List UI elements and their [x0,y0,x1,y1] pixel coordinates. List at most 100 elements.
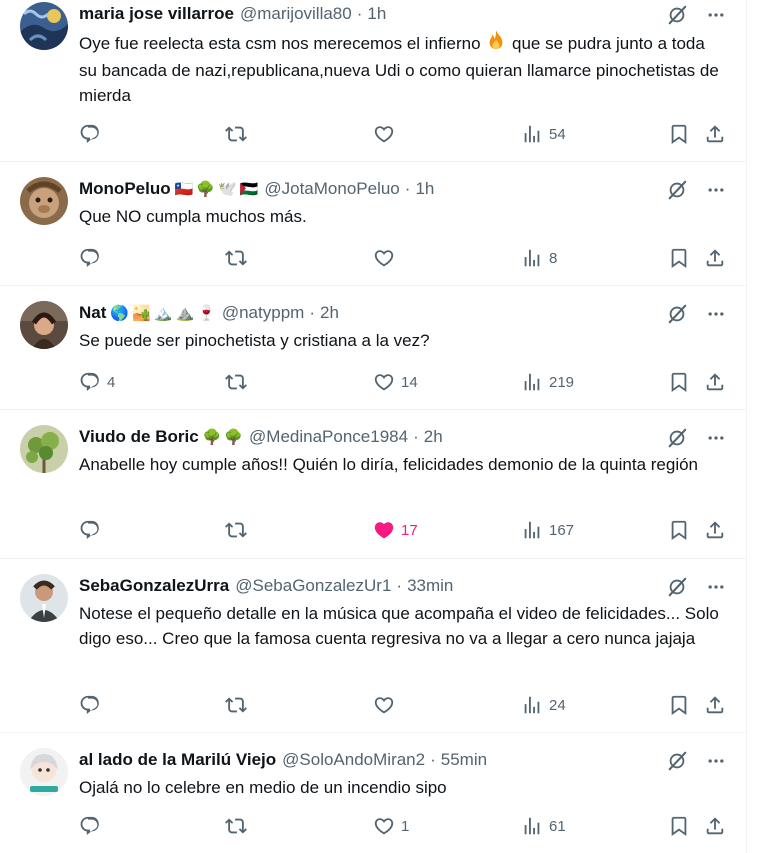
share-button[interactable] [704,518,726,542]
bookmark-button[interactable] [668,693,690,717]
like-count: 17 [401,521,418,539]
reply-button[interactable] [79,122,107,146]
grok-icon[interactable] [666,576,688,598]
tweet[interactable]: al lado de la Marilú Viejo @SoloAndoMira… [0,733,746,853]
user-handle[interactable]: @marijovilla80 [240,4,352,24]
user-handle[interactable]: @MedinaPonce1984 [249,427,408,447]
reply-button[interactable] [79,518,107,542]
display-name[interactable]: MonoPeluo [79,179,171,199]
like-icon [373,247,395,269]
separator-dot: · [309,303,315,322]
tweet[interactable]: MonoPeluo 🇨🇱 🌳 🕊️ 🇵🇸 @JotaMonoPeluo · 1h… [0,162,746,286]
grok-icon[interactable] [666,303,688,325]
tweet-header: MonoPeluo 🇨🇱 🌳 🕊️ 🇵🇸 @JotaMonoPeluo · 1h [79,177,726,201]
repost-button[interactable] [225,246,253,270]
bookmark-icon [668,519,690,541]
display-name[interactable]: SebaGonzalezUrra [79,576,229,596]
like-button[interactable] [373,246,401,270]
more-icon[interactable] [706,751,726,771]
repost-button[interactable] [225,370,253,394]
bookmark-icon [668,123,690,145]
views-button[interactable]: 54 [521,122,566,146]
share-icon [704,247,726,269]
tweet-text: Anabelle hoy cumple años!! Quién lo dirí… [79,455,699,474]
view-count: 54 [549,125,566,143]
wine-glass-emoji: 🍷 [197,304,216,322]
share-icon [704,371,726,393]
views-icon [521,519,543,541]
reply-button[interactable] [79,693,107,717]
display-name[interactable]: al lado de la Marilú Viejo [79,750,276,770]
name-flair: 🌳 🌳 [203,430,243,445]
grok-icon[interactable] [666,427,688,449]
avatar[interactable] [20,574,68,622]
reply-button[interactable] [79,246,107,270]
share-button[interactable] [704,814,726,838]
reply-button[interactable]: 4 [79,370,115,394]
like-icon [373,371,395,393]
avatar[interactable] [20,301,68,349]
timestamp[interactable]: 2h [320,303,339,323]
like-icon [373,815,395,837]
avatar[interactable] [20,2,68,50]
reply-button[interactable] [79,814,107,838]
like-count: 1 [401,817,410,835]
user-handle[interactable]: @SoloAndoMiran2 [282,750,425,770]
grok-icon[interactable] [666,750,688,772]
user-handle[interactable]: @JotaMonoPeluo [264,179,399,199]
display-name[interactable]: Nat [79,303,106,323]
share-button[interactable] [704,370,726,394]
repost-button[interactable] [225,814,253,838]
user-handle[interactable]: @natyppm [222,303,304,323]
avatar[interactable] [20,425,68,473]
bookmark-button[interactable] [668,122,690,146]
separator-dot: · [356,4,363,23]
more-icon[interactable] [706,577,726,597]
grok-icon[interactable] [666,179,688,201]
tweet[interactable]: maria jose villarroe @marijovilla80 · 1h… [0,0,746,162]
repost-button[interactable] [225,693,253,717]
display-name[interactable]: Viudo de Boric [79,427,199,447]
repost-button[interactable] [225,518,253,542]
tweet-actions: 1 61 [79,814,726,838]
views-button[interactable]: 8 [521,246,557,270]
timestamp[interactable]: 1h [367,4,386,24]
views-button[interactable]: 167 [521,518,574,542]
bookmark-button[interactable] [668,814,690,838]
timestamp[interactable]: 33min [407,576,453,596]
bookmark-button[interactable] [668,370,690,394]
tree-emoji: 🌳 [202,428,222,446]
tweet[interactable]: Nat 🌎 🏜️ 🏔️ ⛰️ 🍷 @natyppm · 2h Se puede … [0,286,746,410]
display-name[interactable]: maria jose villarroe [79,4,234,24]
grok-icon[interactable] [666,4,688,26]
tweet[interactable]: SebaGonzalezUrra @SebaGonzalezUr1 · 33mi… [0,559,746,733]
more-icon[interactable] [706,5,726,25]
more-icon[interactable] [706,304,726,324]
share-button[interactable] [704,693,726,717]
like-button[interactable] [373,693,401,717]
share-button[interactable] [704,246,726,270]
more-icon[interactable] [706,428,726,448]
timestamp[interactable]: 55min [441,750,487,770]
user-handle[interactable]: @SebaGonzalezUr1 [235,576,391,596]
bookmark-button[interactable] [668,518,690,542]
timestamp[interactable]: 2h [424,427,443,447]
repost-button[interactable] [225,122,253,146]
like-button[interactable]: 17 [373,518,418,542]
avatar[interactable] [20,748,68,796]
avatar[interactable] [20,177,68,225]
tweet-actions: 17 167 [79,518,726,542]
views-button[interactable]: 219 [521,370,574,394]
heart-filled-icon [373,519,395,541]
like-button[interactable]: 14 [373,370,418,394]
share-button[interactable] [704,122,726,146]
views-button[interactable]: 61 [521,814,566,838]
tweet[interactable]: Viudo de Boric 🌳 🌳 @MedinaPonce1984 · 2h… [0,410,746,559]
views-button[interactable]: 24 [521,693,566,717]
timestamp[interactable]: 1h [415,179,434,199]
more-icon[interactable] [706,180,726,200]
like-button[interactable] [373,122,401,146]
like-button[interactable]: 1 [373,814,409,838]
bookmark-button[interactable] [668,246,690,270]
view-count: 61 [549,817,566,835]
